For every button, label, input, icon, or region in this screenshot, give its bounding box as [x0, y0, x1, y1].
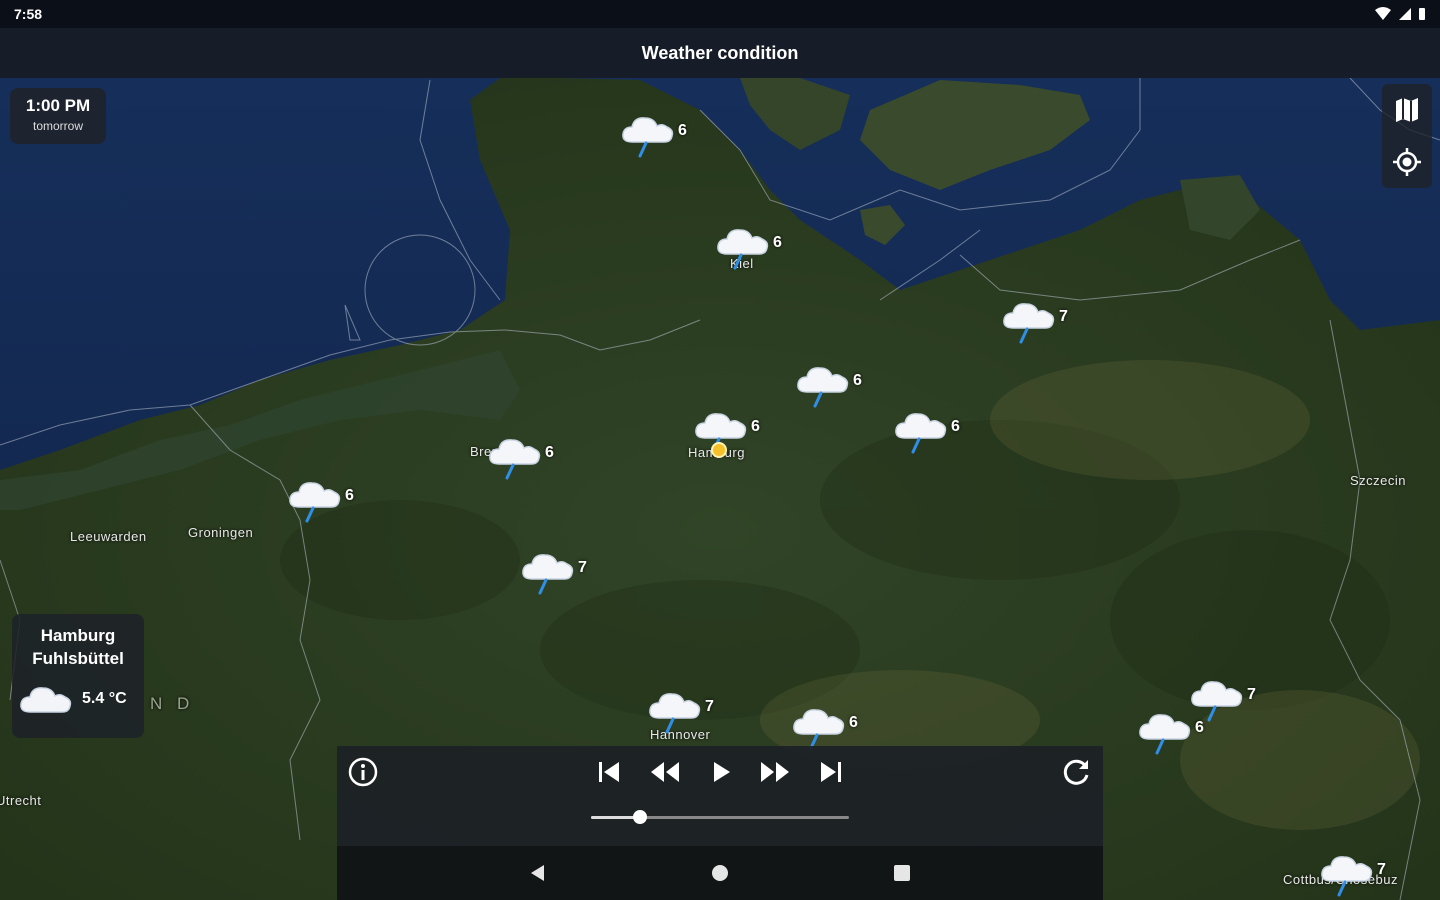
weather-marker-kiel[interactable]: 6 — [715, 224, 795, 274]
fast-forward-button[interactable] — [755, 752, 795, 792]
refresh-button[interactable] — [1057, 752, 1097, 792]
marker-temperature: 7 — [1377, 861, 1386, 878]
map-icon — [1396, 98, 1418, 122]
recents-icon — [894, 865, 910, 881]
forecast-day: tomorrow — [32, 119, 83, 133]
status-time: 7:58 — [14, 6, 43, 22]
weather-marker-hamburg[interactable]: 6 — [693, 408, 773, 458]
timeline-slider[interactable] — [591, 810, 849, 824]
weather-marker-luebeck[interactable]: 6 — [795, 362, 875, 412]
weather-marker-potsdam[interactable]: 6 — [1137, 709, 1217, 759]
map-layers-button[interactable] — [1387, 90, 1427, 130]
marker-temperature: 6 — [345, 487, 354, 504]
marker-temperature: 7 — [1059, 308, 1068, 325]
station-reading: 5.4 °C — [18, 682, 127, 716]
nav-back-button[interactable] — [523, 858, 553, 888]
nav-recents-button[interactable] — [887, 858, 917, 888]
app-bar: Weather condition — [0, 28, 1440, 78]
my-location-icon — [1393, 148, 1421, 176]
weather-marker-schwerin[interactable]: 6 — [893, 408, 973, 458]
info-button[interactable] — [343, 752, 383, 792]
marker-temperature: 6 — [1195, 719, 1204, 736]
skip-previous-icon — [599, 762, 619, 782]
rewind-button[interactable] — [645, 752, 685, 792]
forecast-time-chip: 1:00 PM tomorrow — [10, 88, 106, 144]
play-button[interactable] — [701, 752, 741, 792]
marker-temperature: 6 — [773, 234, 782, 251]
weather-marker-hannover[interactable]: 7 — [647, 688, 727, 738]
station-name: Hamburg Fuhlsbüttel — [32, 626, 124, 668]
app-screen: Kiel Hamburg Bremen Hannover Szczecin Le… — [0, 0, 1440, 900]
rewind-icon — [651, 762, 679, 782]
weather-marker-bremen[interactable]: 6 — [487, 434, 567, 484]
battery-icon — [1419, 8, 1425, 20]
marker-temperature: 6 — [849, 714, 858, 731]
city-label-utrecht: Utrecht — [0, 793, 42, 808]
cloud-icon — [20, 687, 72, 713]
marker-temperature: 6 — [678, 122, 687, 139]
marker-temperature: 7 — [578, 559, 587, 576]
home-icon — [712, 865, 728, 881]
play-icon — [714, 762, 730, 782]
city-label-leeuwarden: Leeuwarden — [70, 529, 147, 544]
page-title: Weather condition — [641, 42, 799, 63]
marker-temperature: 6 — [853, 372, 862, 389]
weather-marker-rostock[interactable]: 7 — [1001, 298, 1081, 348]
city-label-szczecin: Szczecin — [1350, 473, 1407, 488]
signal-icon — [1399, 8, 1411, 20]
timeline-thumb[interactable] — [633, 810, 648, 824]
skip-to-end-button[interactable] — [811, 752, 851, 792]
status-icons — [1374, 7, 1426, 21]
back-icon — [531, 865, 544, 881]
marker-temperature: 7 — [705, 698, 714, 715]
station-card[interactable]: Hamburg Fuhlsbüttel 5.4 °C — [12, 614, 144, 738]
skip-to-start-button[interactable] — [589, 752, 629, 792]
system-nav-bar — [337, 846, 1103, 900]
skip-next-icon — [821, 762, 841, 782]
station-temperature: 5.4 °C — [82, 690, 127, 707]
weather-marker-north-frisia[interactable]: 6 — [620, 112, 700, 162]
marker-temperature: 6 — [951, 418, 960, 435]
fast-forward-icon — [761, 762, 789, 782]
status-bar: 7:58 — [0, 0, 1440, 28]
city-label-groningen: Groningen — [188, 525, 254, 540]
refresh-icon — [1063, 759, 1089, 785]
info-icon — [348, 757, 378, 787]
country-label-nd: N D — [150, 694, 195, 713]
marker-temperature: 6 — [751, 418, 760, 435]
nav-home-button[interactable] — [705, 858, 735, 888]
weather-marker-emden[interactable]: 6 — [287, 477, 367, 527]
weather-marker-oldenburg-south[interactable]: 7 — [520, 549, 600, 599]
animation-player — [337, 746, 1103, 846]
current-location-dot — [711, 442, 727, 458]
my-location-button[interactable] — [1387, 142, 1427, 182]
map-controls — [1382, 84, 1432, 188]
forecast-time: 1:00 PM — [25, 96, 91, 115]
wifi-icon — [1375, 7, 1391, 20]
marker-temperature: 6 — [545, 444, 554, 461]
marker-temperature: 7 — [1247, 686, 1256, 703]
weather-marker-cottbus[interactable]: 7 — [1319, 851, 1399, 900]
